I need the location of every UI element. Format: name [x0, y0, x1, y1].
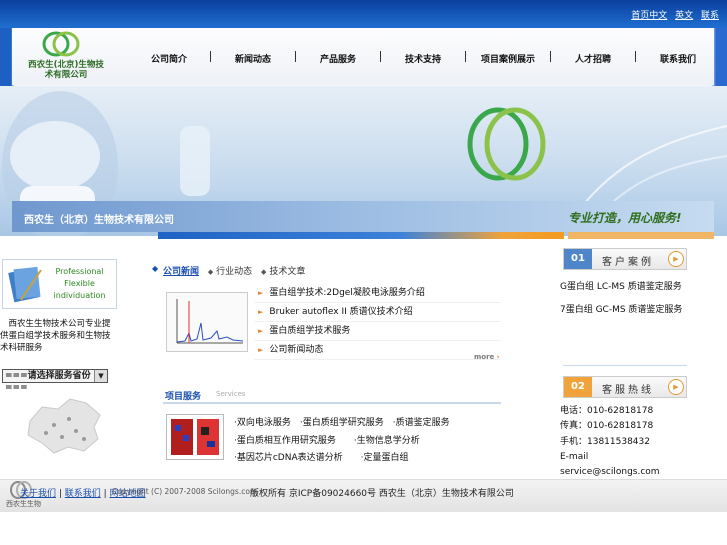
company-description: 西农生生物技术公司专业提供蛋白组学技术服务和生物技术科研服务	[0, 319, 111, 353]
tab-articles[interactable]: 技术文章	[269, 267, 305, 277]
news-title[interactable]: 公司新闻动态	[269, 345, 323, 355]
china-map[interactable]	[24, 395, 106, 457]
top-link-english[interactable]: 英文	[675, 11, 693, 21]
list-item[interactable]: ► 蛋白质组学技术服务	[254, 322, 501, 341]
list-item[interactable]: ► Bruker autoflex II 质谱仪技术介绍	[254, 303, 501, 322]
section-number: 02	[564, 377, 592, 397]
top-links: 首页中文 英文 联系	[626, 8, 719, 21]
nav-divider	[635, 51, 636, 62]
nav-divider	[465, 51, 466, 62]
chevron-down-icon[interactable]: ▼	[94, 370, 107, 382]
footer-link-contact[interactable]: 联系我们	[65, 489, 101, 499]
service-line[interactable]: ·蛋白质相互作用研究服务 ·生物信息学分析	[234, 433, 450, 451]
services-header	[163, 386, 501, 404]
nav-cases[interactable]: 项目案例展示	[478, 52, 538, 65]
news-title[interactable]: Bruker autoflex II 质谱仪技术介绍	[269, 307, 412, 317]
promo-line: Flexible	[64, 279, 95, 288]
news-tabs: 公司新闻 ◆ 行业动态 ◆ 技术文章	[163, 264, 311, 277]
promo-text: Professional Flexible individuation	[52, 266, 107, 302]
case-item[interactable]: G蛋白组 LC-MS 质谱鉴定服务	[560, 276, 682, 299]
arrow-right-icon[interactable]: ▶	[668, 251, 684, 267]
arrow-icon: ►	[258, 346, 264, 354]
news-thumbnail[interactable]	[166, 292, 248, 352]
contact-info: 电话：010-62818178 传真：010-62818178 手机：13811…	[560, 404, 660, 480]
cases-header: 01 客户案例 ▶	[563, 248, 687, 270]
hotline-header: 02 客服热线 ▶	[563, 376, 687, 398]
service-line[interactable]: ·双向电泳服务 ·蛋白质组学研究服务 ·质谱鉴定服务	[234, 415, 450, 433]
province-select-value: ===请选择服务省份===	[5, 371, 91, 393]
province-select[interactable]: ===请选择服务省份=== ▼	[2, 369, 108, 393]
footer-logo-text: 西农生生物	[6, 500, 41, 508]
nav-support[interactable]: 技术支持	[393, 52, 453, 65]
contact-mobile: 手机：13811538432	[560, 436, 650, 447]
nav-about[interactable]: 公司简介	[139, 52, 199, 65]
nav-news[interactable]: 新闻动态	[223, 52, 283, 65]
top-link-home[interactable]: 首页中文	[631, 11, 667, 21]
news-title[interactable]: 蛋白质组学技术服务	[269, 326, 350, 336]
service-line[interactable]: ·基因芯片cDNA表达谱分析 ·定量蛋白组	[234, 450, 450, 468]
nav-contact[interactable]: 联系我们	[648, 52, 708, 65]
nav-products[interactable]: 产品服务	[308, 52, 368, 65]
news-title[interactable]: 蛋白组学技术:2Dgel凝胶电泳服务介绍	[269, 288, 424, 298]
banner-company-name: 西农生（北京）生物技术有限公司	[24, 215, 174, 226]
tab-separator-icon: ◆	[207, 268, 214, 276]
top-bar	[0, 0, 727, 28]
services-title: 项目服务	[165, 392, 202, 402]
services-list: ·双向电泳服务 ·蛋白质组学研究服务 ·质谱鉴定服务 ·蛋白质相互作用研究服务 …	[234, 415, 450, 468]
nav-divider	[210, 51, 211, 62]
banner-slogan: 专业打造，用心服务!	[568, 211, 682, 225]
more-link[interactable]: more ›	[474, 353, 500, 361]
bullet-icon: ◆	[152, 264, 159, 273]
arrow-icon: ►	[258, 327, 264, 335]
nav-jobs[interactable]: 人才招聘	[563, 52, 623, 65]
arrow-icon: ►	[258, 289, 264, 297]
list-item[interactable]: ► 公司新闻动态	[254, 341, 501, 360]
divider	[563, 365, 687, 366]
contact-email-label: E-mail	[560, 451, 589, 462]
services-subtitle: Services	[216, 390, 246, 398]
list-item[interactable]: ► 蛋白组学技术:2Dgel凝胶电泳服务介绍	[254, 284, 501, 303]
footer-link-about[interactable]: 关于我们	[20, 489, 56, 499]
case-item[interactable]: 7蛋白组 GC-MS 质谱鉴定服务	[560, 299, 682, 322]
accent-bar	[158, 232, 564, 239]
tab-industry-news[interactable]: 行业动态	[216, 267, 252, 277]
accent-bar-right	[568, 232, 714, 239]
cases-list: G蛋白组 LC-MS 质谱鉴定服务 7蛋白组 GC-MS 质谱鉴定服务	[560, 276, 682, 322]
book-icon	[8, 266, 42, 303]
contact-phone: 电话：010-62818178	[560, 406, 654, 416]
icp-notice: 版权所有 京ICP备09024660号 西农生（北京）生物技术有限公司	[250, 489, 514, 499]
arrow-icon: ►	[258, 308, 264, 316]
section-number: 01	[564, 249, 592, 269]
hotline-title: 客服热线	[602, 385, 654, 396]
copyright: Copyright (C) 2007-2008 Scilongs.com	[112, 487, 258, 496]
tab-separator-icon: ◆	[261, 268, 267, 276]
news-list: ► 蛋白组学技术:2Dgel凝胶电泳服务介绍 ► Bruker autoflex I…	[254, 284, 501, 360]
top-link-contact[interactable]: 联系	[701, 11, 719, 21]
promo-line: Professional	[55, 267, 104, 276]
nav-divider	[295, 51, 296, 62]
nav-divider	[380, 51, 381, 62]
more-link-label: more	[474, 353, 495, 361]
logo-text: 西农生(北京)生物技术有限公司	[28, 60, 104, 80]
cases-title: 客户案例	[602, 257, 654, 268]
contact-fax: 传真：010-62818178	[560, 421, 654, 432]
nav-divider	[550, 51, 551, 62]
heatmap-thumbnail[interactable]	[166, 414, 224, 460]
promo-line: individuation	[53, 291, 106, 300]
tab-company-news[interactable]: 公司新闻	[163, 267, 199, 277]
arrow-right-icon[interactable]: ▶	[668, 379, 684, 395]
